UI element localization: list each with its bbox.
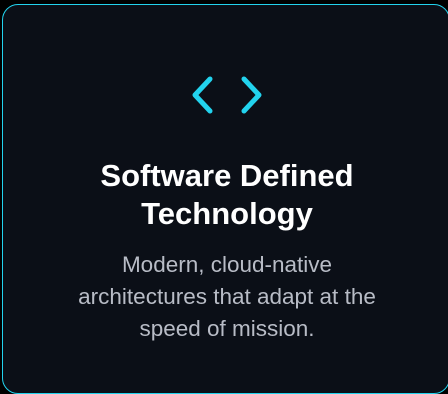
feature-card: Software Defined Technology Modern, clou…: [2, 4, 448, 394]
code-brackets-icon: [3, 73, 448, 117]
card-description-line: architectures that adapt at the: [78, 284, 376, 309]
card-title-line: Technology: [141, 196, 313, 231]
card-description: Modern, cloud-native architectures that …: [53, 249, 401, 345]
card-title-line: Software Defined: [100, 158, 354, 193]
card-title: Software Defined Technology: [3, 157, 448, 233]
card-description-line: speed of mission.: [139, 316, 315, 341]
card-description-line: Modern, cloud-native: [121, 252, 333, 277]
